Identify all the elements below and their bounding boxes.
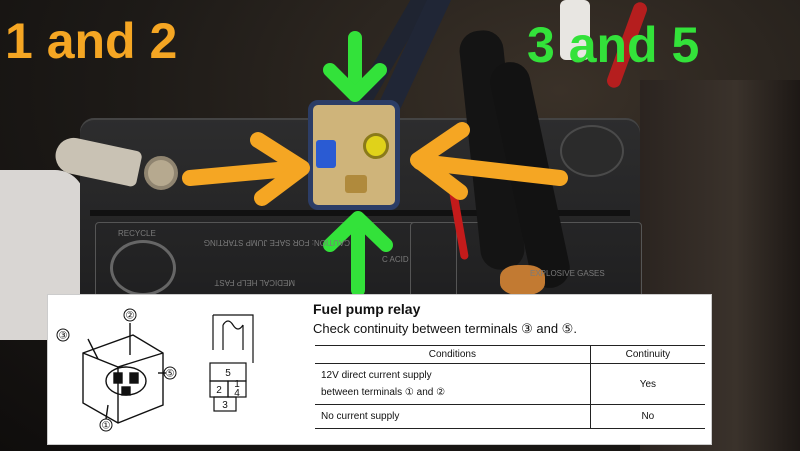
terminal-3-callout: ③ bbox=[59, 331, 68, 342]
schematic-number: 5 bbox=[225, 368, 231, 379]
green-arrow-top bbox=[323, 31, 387, 102]
terminal-1-callout: ① bbox=[102, 421, 111, 432]
condition-cell: No current supply bbox=[315, 404, 591, 429]
condition-cell: 12V direct current supply between termin… bbox=[315, 363, 591, 405]
manual-instruction: Check continuity between terminals ③ and… bbox=[313, 321, 577, 336]
schematic-number: 3 bbox=[222, 400, 228, 411]
relay-diagram: ① ② ③ ⑤ 5 2 1 4 3 bbox=[56, 308, 254, 432]
conditions-header: Conditions bbox=[315, 345, 591, 364]
green-arrow-bottom bbox=[323, 211, 393, 297]
manual-title: Fuel pump relay bbox=[313, 301, 421, 317]
table-row: No current supply No bbox=[315, 404, 705, 429]
table-row: 12V direct current supply between termin… bbox=[315, 363, 705, 405]
orange-arrow-left bbox=[182, 132, 310, 206]
relay-schematic bbox=[209, 314, 254, 412]
orange-arrow-right bbox=[410, 122, 568, 200]
terminal-2-callout: ② bbox=[126, 311, 135, 322]
continuity-table: Conditions Continuity 12V direct current… bbox=[315, 345, 705, 429]
terminal-5-callout: ⑤ bbox=[166, 369, 175, 380]
continuity-header: Continuity bbox=[589, 345, 705, 364]
schematic-number: 2 bbox=[216, 385, 222, 396]
schematic-number: 4 bbox=[234, 388, 240, 399]
continuity-cell: Yes bbox=[589, 363, 705, 405]
continuity-cell: No bbox=[589, 404, 705, 429]
terminals-3-and-5-label: 3 and 5 bbox=[527, 17, 700, 73]
terminals-1-and-2-label: 1 and 2 bbox=[5, 13, 178, 69]
condition-line: 12V direct current supply bbox=[321, 370, 432, 381]
terminal-callouts: ① ② ③ ⑤ bbox=[56, 308, 177, 432]
table-header-row: Conditions Continuity bbox=[315, 345, 705, 364]
relay-sketch bbox=[82, 323, 166, 424]
manual-excerpt: ① ② ③ ⑤ 5 2 1 4 3 Fuel pump relay Check … bbox=[47, 294, 712, 445]
condition-line: between terminals ① and ② bbox=[321, 387, 446, 398]
manual-text-panel: Fuel pump relay Check continuity between… bbox=[313, 295, 711, 444]
